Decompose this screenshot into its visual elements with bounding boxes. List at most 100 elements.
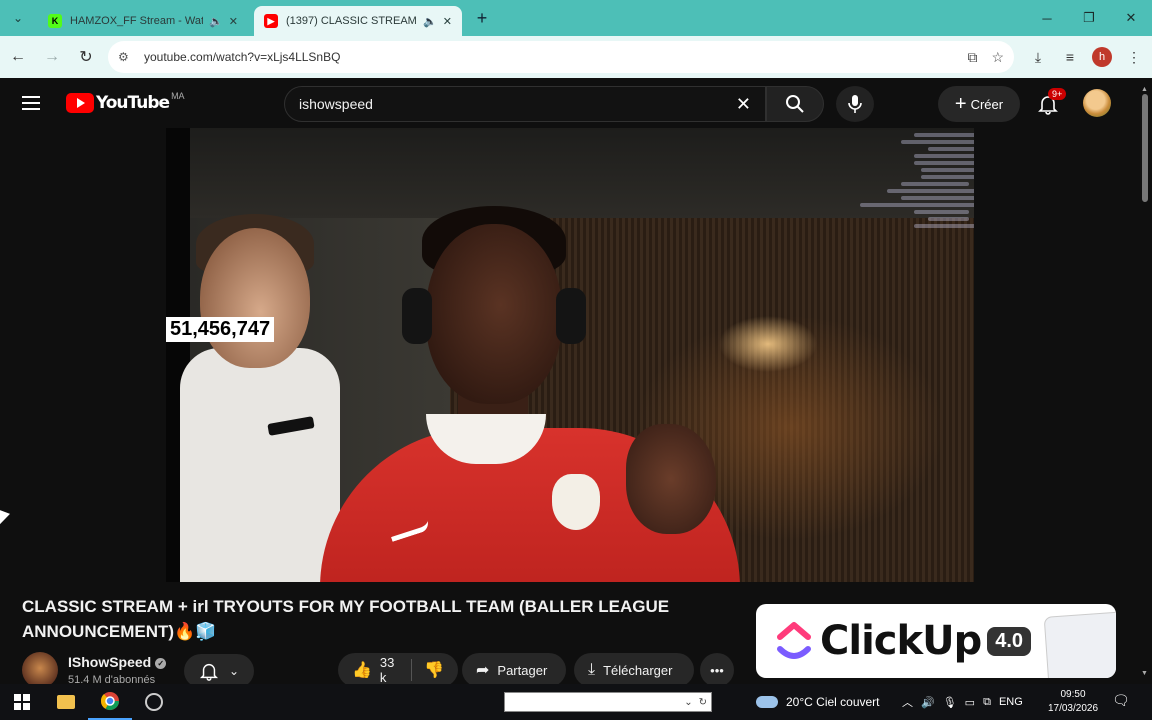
search-input[interactable]: ishowspeed ✕ [284, 86, 766, 122]
system-tray: ︿ 🔊 🎙 ▭ ⧉ ENG [902, 684, 1023, 720]
bell-icon [199, 663, 218, 681]
speaker-icon[interactable]: 🔈 [209, 15, 223, 28]
download-icon: ⤓ [588, 661, 596, 678]
mouse-cursor-icon [0, 510, 10, 528]
download-button[interactable]: ⤓ Télécharger [574, 653, 694, 687]
share-label: Partager [497, 662, 548, 678]
cast-icon[interactable]: ⧉ [967, 49, 977, 66]
channel-name[interactable]: IShowSpeed ✓ [68, 654, 167, 670]
channel-name-text[interactable]: IShowSpeed [68, 654, 151, 670]
youtube-logo[interactable]: YouTube MA [66, 91, 185, 113]
thumbs-up-icon[interactable]: 👍 [352, 660, 372, 680]
camera-icon[interactable]: ⧉ [983, 696, 991, 709]
country-code: MA [171, 91, 185, 101]
ad-brand: ClickUp [820, 618, 982, 664]
notification-badge: 9+ [1048, 88, 1067, 100]
bookmark-star-icon[interactable]: ☆ [991, 49, 1004, 66]
reload-button[interactable]: ↻ [70, 41, 102, 73]
like-count[interactable]: 33 k [380, 655, 399, 685]
menu-icon[interactable] [22, 96, 46, 110]
page-scrollbar[interactable] [1140, 78, 1152, 684]
tab-youtube-video[interactable]: ▶ (1397) CLASSIC STREAM + i... 🔈 ✕ [254, 6, 462, 36]
hand [626, 424, 716, 534]
minimize-button[interactable]: ─ [1026, 0, 1068, 36]
close-tab-icon[interactable]: ✕ [443, 15, 452, 28]
share-icon: ➦ [476, 662, 490, 679]
weather-widget[interactable]: 20°C Ciel couvert [756, 684, 880, 720]
start-button[interactable] [0, 684, 44, 720]
profile-avatar[interactable]: h [1092, 47, 1112, 67]
taskbar-chrome[interactable] [88, 684, 132, 720]
browser-toolbar: ← → ↻ ⚙ youtube.com/watch?v=xLjs4LLSnBQ … [0, 36, 1152, 78]
create-button[interactable]: + Créer [938, 86, 1020, 122]
weather-text: 20°C Ciel couvert [786, 695, 880, 709]
channel-avatar[interactable] [22, 652, 58, 688]
sponsored-ad-banner[interactable]: ClickUp 4.0 [756, 604, 1116, 678]
divider [411, 659, 413, 681]
url-text[interactable]: youtube.com/watch?v=xLjs4LLSnBQ [144, 50, 953, 64]
ceiling [190, 128, 974, 218]
download-label: Télécharger [603, 662, 673, 678]
site-info-icon[interactable]: ⚙ [118, 50, 138, 64]
video-player[interactable]: 51,456,747 [166, 128, 974, 582]
new-tab-button[interactable]: + [470, 8, 494, 29]
share-button[interactable]: ➦ Partager [462, 653, 566, 687]
close-tab-icon[interactable]: ✕ [229, 15, 238, 28]
notification-center-icon[interactable]: 🗨 [1112, 692, 1130, 709]
taskbar-search-box[interactable]: ⌄ ↻ [504, 692, 712, 712]
notifications-button[interactable]: 9+ [1030, 86, 1067, 122]
microphone-icon [848, 95, 862, 113]
tab-kick-stream[interactable]: K HAMZOX_FF Stream - Watch 🔈 ✕ [38, 6, 248, 36]
menu-dots-icon[interactable]: ⋮ [1118, 49, 1150, 66]
youtube-header: YouTube MA ishowspeed ✕ + Créer 9+ [0, 78, 1152, 128]
media-controls-icon[interactable]: ≡ [1054, 49, 1086, 65]
youtube-play-icon [66, 93, 94, 113]
taskbar-clock[interactable]: 09:50 17/03/2026 [1042, 688, 1104, 716]
video-title: CLASSIC STREAM + irl TRYOUTS FOR MY FOOT… [22, 597, 670, 641]
stream-chat-overlay [860, 130, 974, 264]
tab-search-menu-button[interactable]: ⌄ [6, 6, 30, 30]
scrollbar-thumb[interactable] [1142, 94, 1148, 202]
tab-title: HAMZOX_FF Stream - Watch [70, 15, 204, 27]
headset-left [402, 288, 432, 344]
restore-button[interactable]: ❐ [1068, 0, 1110, 36]
address-bar[interactable]: ⚙ youtube.com/watch?v=xLjs4LLSnBQ ⧉ ☆ [108, 41, 1014, 73]
microphone-icon[interactable]: 🎙 [943, 696, 957, 709]
forward-button[interactable]: → [36, 41, 68, 73]
close-window-button[interactable]: ✕ [1110, 0, 1152, 36]
app-circle-icon [145, 693, 163, 711]
thumbs-down-icon[interactable]: 👎 [424, 660, 444, 680]
download-icon[interactable]: ⤓ [1022, 49, 1054, 66]
verified-icon: ✓ [155, 657, 167, 669]
chevron-up-icon[interactable]: ︿ [902, 694, 913, 710]
windows-logo-icon [14, 694, 30, 710]
refresh-icon: ↻ [698, 696, 707, 708]
account-avatar[interactable] [1083, 89, 1111, 117]
scroll-up-arrow-icon[interactable]: ▲ [1141, 86, 1148, 93]
like-dislike-group: 👍 33 k 👎 [338, 653, 458, 687]
create-label: Créer [970, 96, 1004, 112]
streamer-head [426, 224, 562, 404]
search-query[interactable]: ishowspeed [299, 96, 736, 112]
speaker-icon[interactable]: 🔈 [423, 15, 437, 28]
input-language[interactable]: ENG [999, 696, 1023, 708]
headset-right [556, 288, 586, 344]
scroll-down-arrow-icon[interactable]: ▼ [1141, 670, 1148, 677]
taskbar-app[interactable] [132, 684, 176, 720]
person-background-head [200, 228, 310, 368]
folder-icon [57, 695, 75, 709]
volume-icon[interactable]: 🔊 [921, 696, 935, 709]
more-actions-button[interactable]: ••• [700, 653, 734, 687]
window-controls: ─ ❐ ✕ [1026, 0, 1152, 36]
network-icon[interactable]: ▭ [965, 696, 975, 709]
taskbar-file-explorer[interactable] [44, 684, 88, 720]
clock-time: 09:50 [1060, 689, 1086, 700]
chrome-icon [100, 692, 119, 711]
windows-taskbar: ⌄ ↻ 20°C Ciel couvert ︿ 🔊 🎙 ▭ ⧉ ENG 09:5… [0, 684, 1152, 720]
subscribed-button[interactable]: ⌄ [184, 654, 254, 688]
voice-search-button[interactable] [836, 86, 874, 122]
back-button[interactable]: ← [2, 41, 34, 73]
clear-search-icon[interactable]: ✕ [736, 94, 751, 115]
viewer-count-overlay: 51,456,747 [166, 317, 275, 342]
search-button[interactable] [766, 86, 824, 122]
